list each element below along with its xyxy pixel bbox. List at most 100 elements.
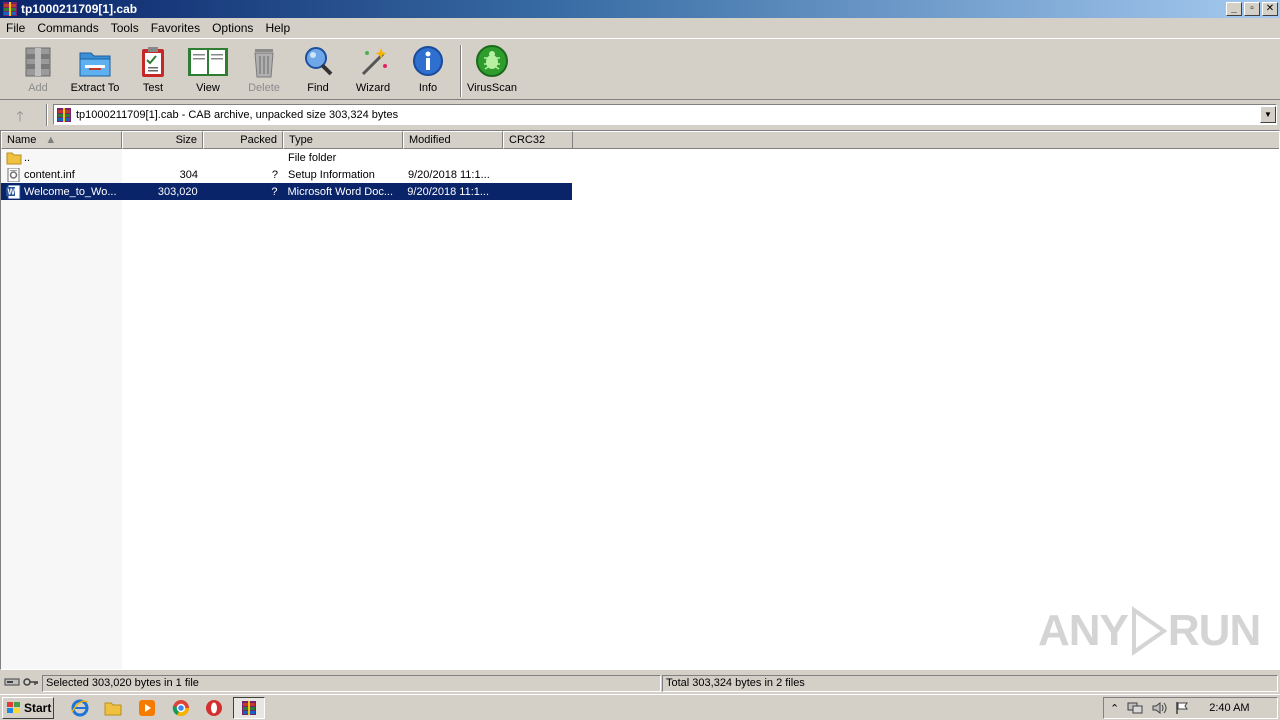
minimize-button[interactable]: _ (1226, 2, 1242, 16)
up-one-level-button[interactable]: 🡑 (8, 106, 32, 124)
media-player-icon (139, 700, 155, 716)
delete-label: Delete (248, 82, 280, 94)
start-button[interactable]: Start (2, 697, 54, 719)
word-document-icon: W (6, 184, 21, 199)
title-bar[interactable]: tp1000211709[1].cab _ ▫ ✕ (0, 0, 1280, 18)
chrome-icon (172, 700, 190, 717)
column-header-type[interactable]: Type (283, 131, 403, 149)
opera-launcher[interactable] (203, 698, 225, 718)
folder-extract-icon (79, 52, 111, 77)
file-size: 303,020 (157, 185, 198, 198)
sorted-column-highlight (1, 149, 122, 669)
internet-explorer-icon (71, 699, 89, 717)
menu-commands[interactable]: Commands (31, 21, 104, 35)
wizard-button[interactable]: Wizard (343, 44, 403, 94)
file-name-cell: .. (1, 151, 122, 165)
folder-icon (104, 702, 122, 716)
action-center-flag-icon[interactable] (1175, 701, 1189, 715)
archive-icon (57, 107, 71, 122)
column-header-name[interactable]: Name ▲ (1, 131, 122, 149)
column-name-label: Name (7, 134, 37, 146)
toolbar: Add Extract To Test View Delete Find Wiz… (0, 38, 1280, 100)
clock[interactable]: 2:40 AM (1209, 702, 1249, 714)
extract-to-button[interactable]: Extract To (65, 44, 125, 94)
status-icons (4, 677, 39, 687)
wizard-label: Wizard (355, 82, 391, 94)
system-tray: ⌃ 2:40 AM (1103, 697, 1278, 719)
add-button[interactable]: Add (8, 44, 68, 94)
chrome-launcher[interactable] (170, 698, 192, 718)
file-name: .. (24, 151, 31, 164)
menu-tools[interactable]: Tools (105, 21, 145, 35)
taskbar-winrar-window[interactable] (233, 697, 265, 719)
file-name-cell: content.inf (1, 167, 122, 182)
taskbar: Start ⌃ 2:40 AM (0, 694, 1280, 720)
magnifier-icon (305, 47, 333, 76)
file-list[interactable]: Name ▲ Size Packed Type Modified CRC32 .… (0, 130, 1280, 670)
file-type: File folder (288, 151, 337, 164)
winrar-icon (242, 701, 256, 715)
view-button[interactable]: View (178, 44, 238, 94)
explorer-launcher[interactable] (102, 698, 124, 718)
file-packed: ? (271, 185, 278, 198)
network-icon[interactable] (1127, 701, 1143, 715)
winrar-icon (3, 2, 17, 16)
status-bar: Selected 303,020 bytes in 1 file Total 3… (0, 672, 1280, 694)
chevron-down-icon: ▼ (1264, 110, 1272, 119)
inf-file-icon (7, 167, 20, 182)
media-player-launcher[interactable] (136, 698, 158, 718)
test-clipboard-icon (142, 47, 164, 77)
windows-logo-icon (7, 702, 20, 713)
internet-explorer-launcher[interactable] (69, 698, 91, 718)
svg-text:W: W (8, 187, 16, 196)
address-path: tp1000211709[1].cab - CAB archive, unpac… (76, 108, 399, 121)
status-selected: Selected 303,020 bytes in 1 file (42, 675, 661, 692)
table-row-content-inf[interactable]: content.inf 304 ? Setup Information 9/20… (1, 166, 573, 183)
trash-icon (254, 49, 274, 78)
column-header-modified[interactable]: Modified (403, 131, 503, 149)
close-button[interactable]: ✕ (1262, 2, 1278, 16)
column-header-crc32[interactable]: CRC32 (503, 131, 573, 149)
volume-icon[interactable] (1151, 701, 1167, 715)
file-name: Welcome_to_Wo... (24, 185, 117, 198)
window-title: tp1000211709[1].cab (21, 2, 138, 16)
column-header-size[interactable]: Size (122, 131, 203, 149)
status-total: Total 303,324 bytes in 2 files (662, 675, 1278, 692)
file-name-cell: W Welcome_to_Wo... (1, 184, 122, 199)
info-icon (413, 46, 443, 76)
menu-options[interactable]: Options (206, 21, 259, 35)
header-filler (573, 131, 1279, 149)
menu-bar: File Commands Tools Favorites Options He… (0, 18, 1280, 37)
menu-file[interactable]: File (0, 21, 31, 35)
menu-help[interactable]: Help (259, 21, 296, 35)
address-separator (46, 104, 48, 126)
extract-to-label: Extract To (70, 82, 120, 94)
file-name: content.inf (24, 168, 75, 181)
test-label: Test (142, 82, 164, 94)
address-field[interactable]: tp1000211709[1].cab - CAB archive, unpac… (53, 104, 1277, 125)
key-icon[interactable] (23, 677, 39, 687)
file-list-header: Name ▲ Size Packed Type Modified CRC32 (1, 131, 1279, 149)
start-label: Start (24, 701, 52, 715)
address-dropdown-button[interactable]: ▼ (1260, 106, 1276, 123)
restore-button[interactable]: ▫ (1244, 2, 1260, 16)
table-row-welcome-doc[interactable]: W Welcome_to_Wo... 303,020 ? Microsoft W… (1, 183, 572, 200)
find-label: Find (307, 82, 329, 94)
file-type: Setup Information (288, 168, 375, 181)
table-row-parent-folder[interactable]: .. File folder (1, 149, 573, 166)
virusscan-button[interactable]: VirusScan (462, 44, 522, 94)
file-modified: 9/20/2018 11:1... (407, 185, 490, 198)
virusscan-label: VirusScan (467, 82, 517, 94)
file-size: 304 (179, 168, 198, 181)
folder-icon (6, 152, 22, 164)
show-hidden-icons-icon[interactable]: ⌃ (1110, 702, 1119, 715)
drive-icon[interactable] (4, 677, 20, 687)
file-type: Microsoft Word Doc... (287, 185, 394, 198)
test-button[interactable]: Test (123, 44, 183, 94)
find-button[interactable]: Find (288, 44, 348, 94)
view-book-icon (188, 48, 228, 76)
delete-button[interactable]: Delete (234, 44, 294, 94)
column-header-packed[interactable]: Packed (203, 131, 283, 149)
info-button[interactable]: Info (398, 44, 458, 94)
menu-favorites[interactable]: Favorites (145, 21, 206, 35)
